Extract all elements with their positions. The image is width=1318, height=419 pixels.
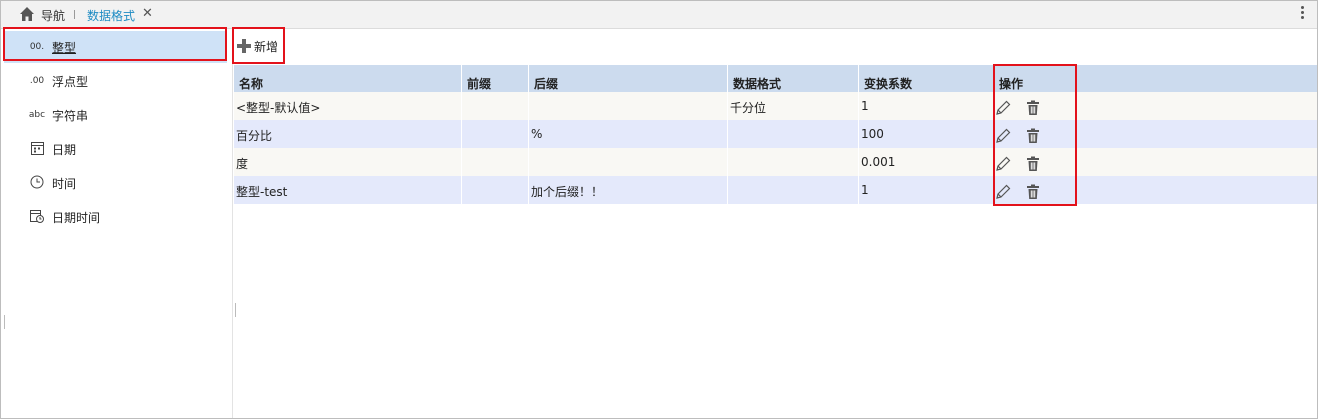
cell-format: 千分位: [728, 92, 859, 120]
edit-icon[interactable]: [994, 99, 1012, 117]
column-header-prefix[interactable]: 前缀: [462, 65, 529, 92]
more-vertical-icon[interactable]: [1301, 6, 1305, 22]
cell-format: [728, 148, 859, 176]
datetime-icon: [28, 209, 46, 226]
cell-suffix: [529, 148, 728, 176]
column-header-actions: 操作: [999, 77, 1024, 91]
cell-actions: [994, 120, 1317, 148]
cell-actions: [994, 148, 1317, 176]
table-row[interactable]: 度 0.001: [234, 148, 1317, 176]
integer-icon: 00.: [29, 42, 45, 52]
sidebar-item-date[interactable]: 日期: [4, 133, 227, 165]
cell-factor: 100: [859, 120, 994, 148]
plus-icon: [237, 39, 251, 53]
cell-format: [728, 120, 859, 148]
cell-prefix: [462, 176, 529, 204]
column-header-factor[interactable]: 变换系数: [859, 65, 994, 92]
tab-bar: 导航 数据格式 ✕: [1, 1, 1317, 29]
column-header-name[interactable]: 名称: [234, 65, 462, 92]
cell-factor: 1: [859, 176, 994, 204]
delete-icon[interactable]: [1024, 99, 1042, 117]
table-row[interactable]: <整型-默认值> 千分位 1: [234, 92, 1317, 120]
add-button[interactable]: 新增: [235, 32, 283, 60]
delete-icon[interactable]: [1024, 183, 1042, 201]
sidebar-item-float[interactable]: .00 浮点型: [4, 65, 227, 97]
tab-nav[interactable]: 导航: [41, 7, 65, 24]
sidebar-item-datetime[interactable]: 日期时间: [4, 201, 227, 233]
sidebar-item-label: 整型: [52, 40, 77, 55]
edit-icon[interactable]: [994, 183, 1012, 201]
sidebar-item-label: 时间: [52, 176, 77, 191]
edit-icon[interactable]: [994, 127, 1012, 145]
delete-icon[interactable]: [1024, 127, 1042, 145]
cell-factor: 1: [859, 92, 994, 120]
clock-icon: [28, 175, 46, 192]
cell-name: 整型-test: [234, 176, 462, 204]
sidebar-item-label: 浮点型: [52, 74, 89, 89]
cell-prefix: [462, 92, 529, 120]
sidebar-item-label: 日期时间: [52, 210, 101, 225]
sidebar: 00. 整型 .00 浮点型 abc 字符串 日期 时间 日期时间: [1, 29, 233, 418]
cell-prefix: [462, 120, 529, 148]
home-icon[interactable]: [19, 6, 35, 22]
resize-handle[interactable]: [235, 303, 236, 317]
cell-name: <整型-默认值>: [234, 92, 462, 120]
cell-name: 度: [234, 148, 462, 176]
sidebar-item-label: 日期: [52, 142, 77, 157]
app-window: 导航 数据格式 ✕ 00. 整型 .00 浮点型 abc 字符串 日期 时间 日…: [0, 0, 1318, 419]
table-row[interactable]: 百分比 % 100: [234, 120, 1317, 148]
edit-icon[interactable]: [994, 155, 1012, 173]
sidebar-item-integer[interactable]: 00. 整型: [4, 31, 227, 63]
cell-prefix: [462, 148, 529, 176]
tab-data-format[interactable]: 数据格式: [87, 7, 135, 24]
table-header: 名称 前缀 后缀 数据格式 变换系数 操作: [234, 65, 1317, 92]
cell-actions: [994, 92, 1317, 120]
cell-factor: 0.001: [859, 148, 994, 176]
cell-suffix: %: [529, 120, 728, 148]
string-icon: abc: [28, 110, 46, 120]
data-format-table: 名称 前缀 后缀 数据格式 变换系数 操作 <整型-默认值> 千分位 1 百分比…: [234, 65, 1317, 204]
cell-suffix: 加个后缀！！: [529, 176, 728, 204]
add-button-label: 新增: [254, 39, 279, 54]
calendar-icon: [28, 141, 46, 158]
cell-suffix: [529, 92, 728, 120]
delete-icon[interactable]: [1024, 155, 1042, 173]
cell-actions: [994, 176, 1317, 204]
cell-name: 百分比: [234, 120, 462, 148]
sidebar-item-string[interactable]: abc 字符串: [4, 99, 227, 131]
close-icon[interactable]: ✕: [142, 6, 153, 21]
cell-format: [728, 176, 859, 204]
column-header-suffix[interactable]: 后缀: [529, 65, 728, 92]
table-row[interactable]: 整型-test 加个后缀！！ 1: [234, 176, 1317, 204]
sidebar-item-time[interactable]: 时间: [4, 167, 227, 199]
resize-handle[interactable]: [4, 315, 5, 329]
column-header-format[interactable]: 数据格式: [728, 65, 859, 92]
float-icon: .00: [29, 76, 45, 86]
sidebar-item-label: 字符串: [52, 108, 89, 123]
tab-separator: [74, 10, 75, 19]
